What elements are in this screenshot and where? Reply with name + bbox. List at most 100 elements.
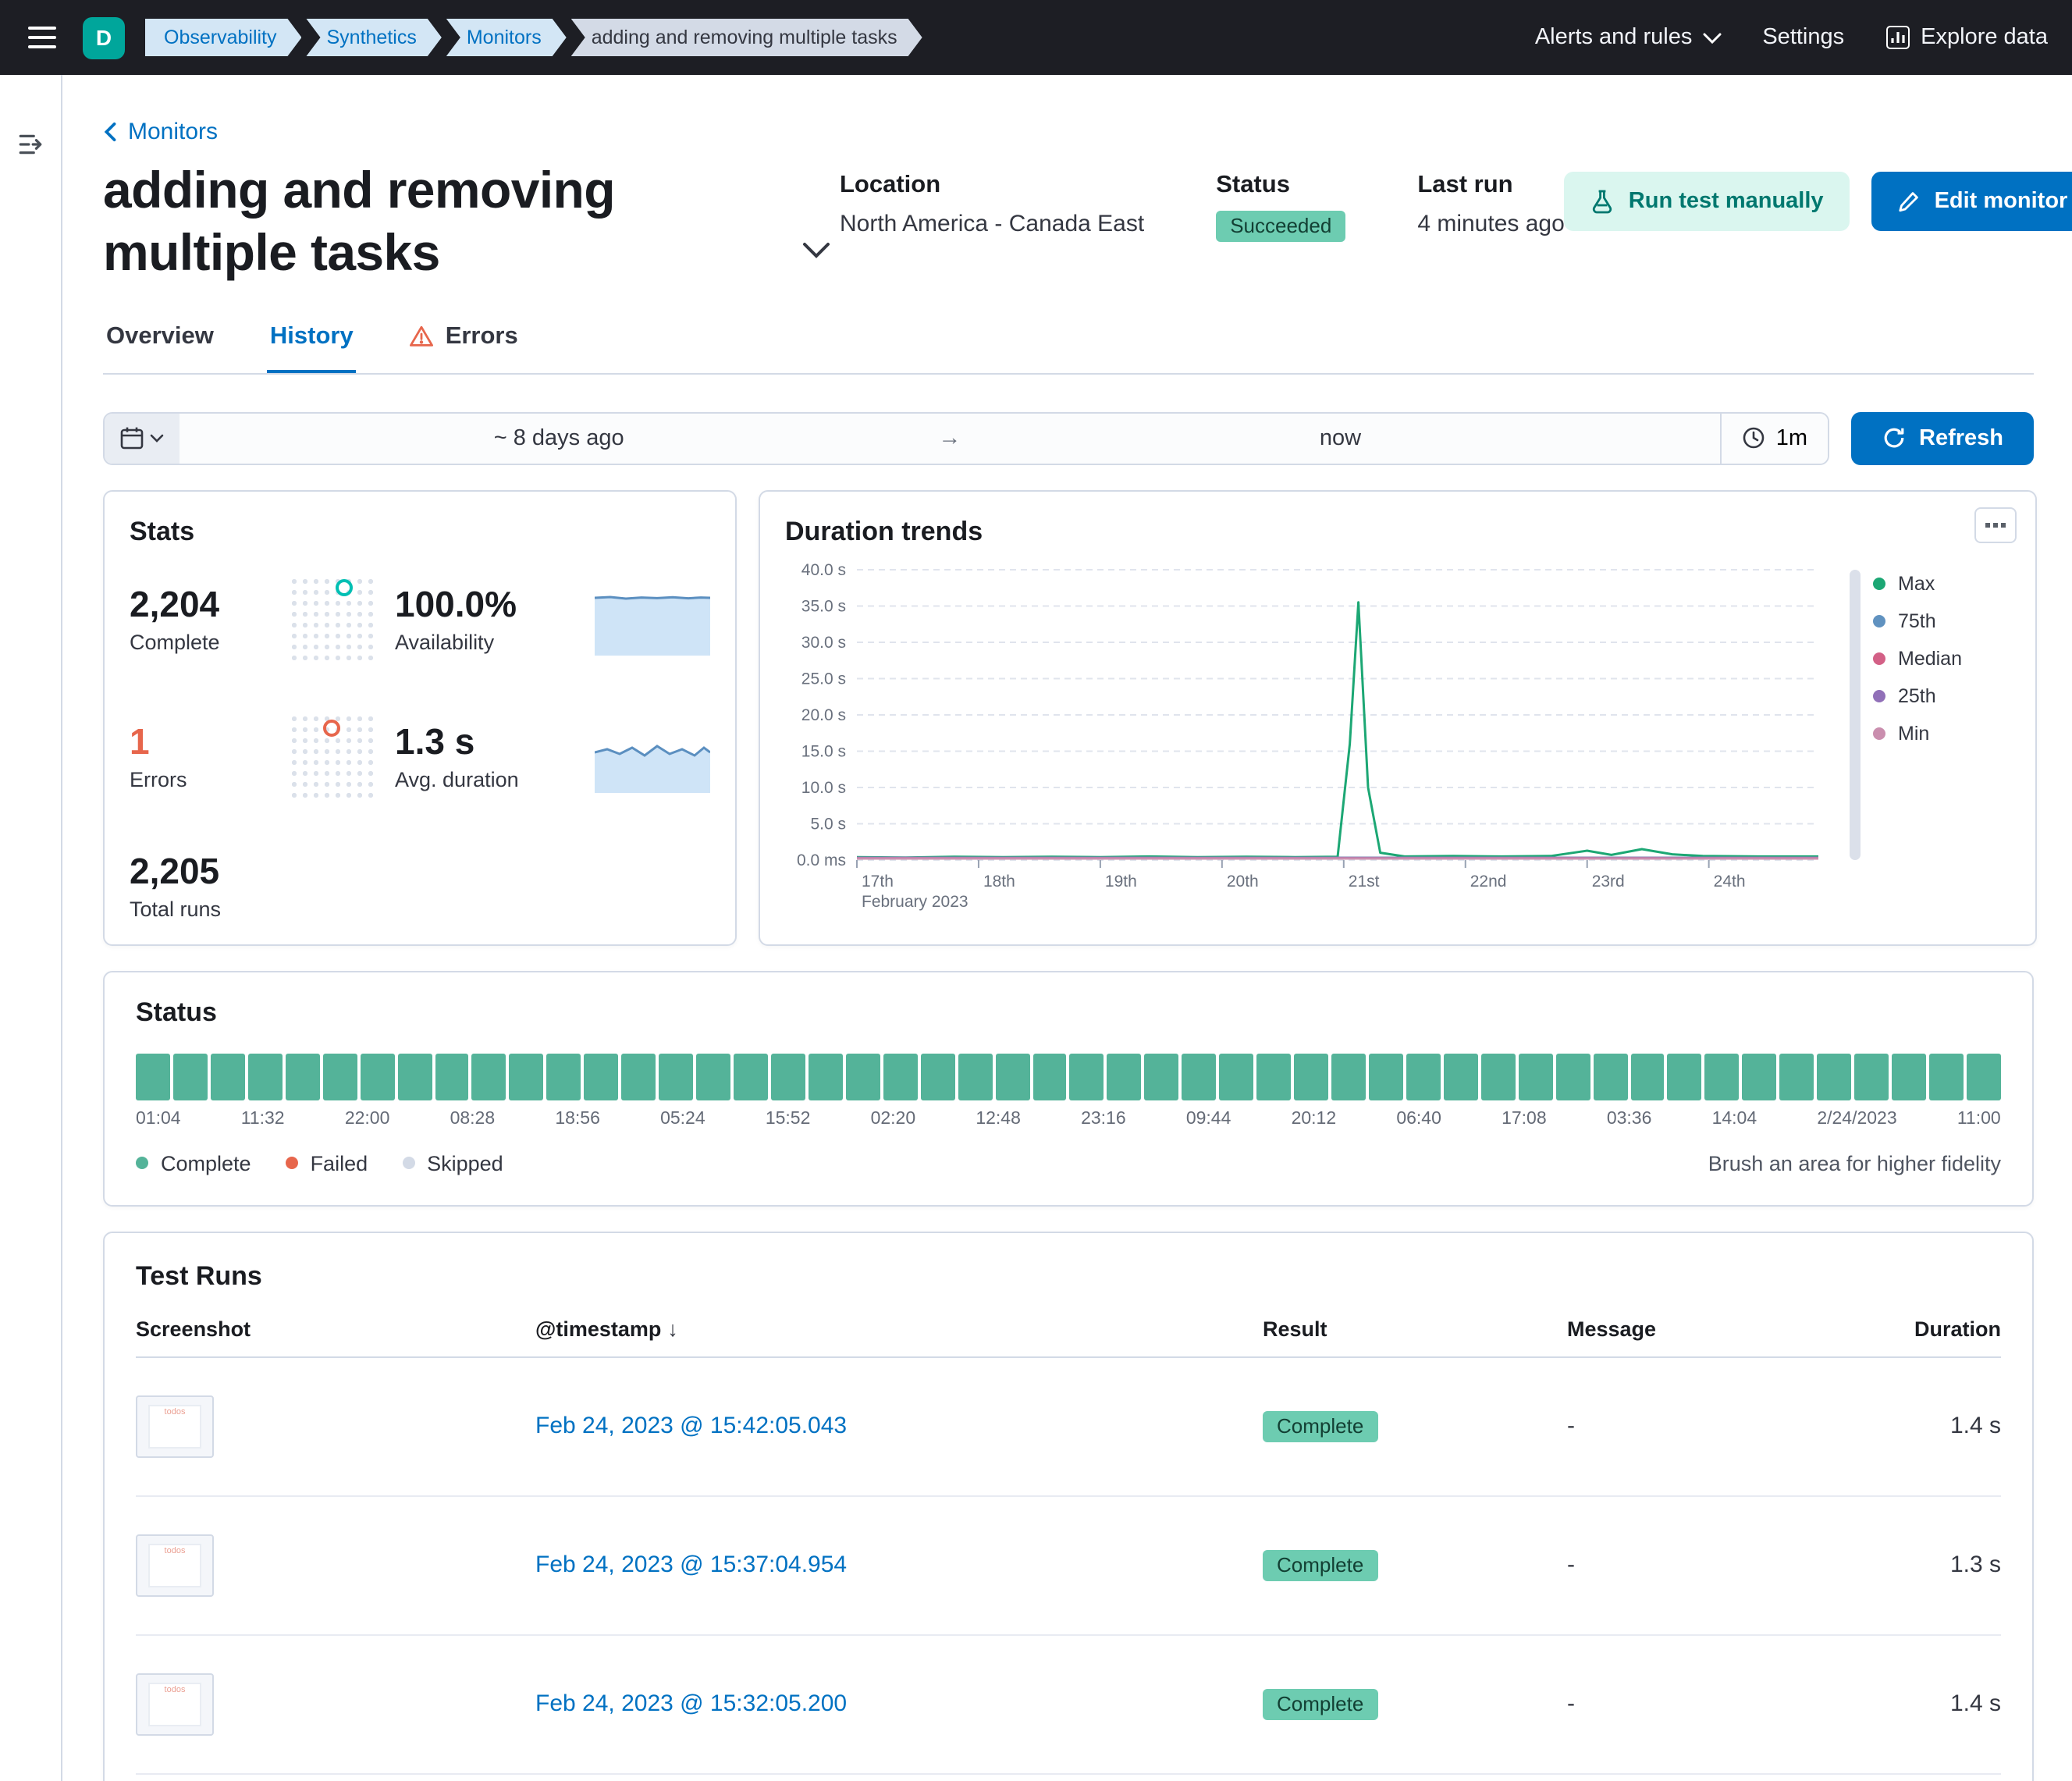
- tab-errors-label: Errors: [446, 322, 518, 350]
- legend-item-75th[interactable]: 75th: [1873, 610, 2010, 631]
- run-timestamp-link[interactable]: Feb 24, 2023 @ 15:37:04.954: [535, 1552, 1263, 1578]
- status-cell-complete[interactable]: [659, 1053, 693, 1100]
- col-timestamp[interactable]: @timestamp↓: [535, 1317, 1263, 1340]
- run-timestamp-link[interactable]: Feb 24, 2023 @ 15:42:05.043: [535, 1413, 1263, 1439]
- status-cell-complete[interactable]: [1593, 1053, 1627, 1100]
- status-cell-complete[interactable]: [322, 1053, 357, 1100]
- status-cell-complete[interactable]: [734, 1053, 768, 1100]
- status-cell-complete[interactable]: [1668, 1053, 1702, 1100]
- breadcrumb-observability[interactable]: Observability: [145, 19, 302, 56]
- status-cell-complete[interactable]: [1481, 1053, 1516, 1100]
- status-cell-complete[interactable]: [846, 1053, 880, 1100]
- status-cell-complete[interactable]: [435, 1053, 469, 1100]
- menu-hamburger-icon[interactable]: [22, 20, 62, 55]
- status-strip[interactable]: [136, 1053, 2001, 1100]
- status-cell-complete[interactable]: [1854, 1053, 1889, 1100]
- status-cell-complete[interactable]: [883, 1053, 918, 1100]
- status-cell-complete[interactable]: [621, 1053, 656, 1100]
- status-cell-complete[interactable]: [1294, 1053, 1328, 1100]
- run-screenshot-thumbnail[interactable]: todos: [136, 1395, 214, 1457]
- status-legend-skipped: Skipped: [402, 1151, 503, 1175]
- date-end-value[interactable]: now: [961, 425, 1719, 450]
- status-cell-complete[interactable]: [1107, 1053, 1142, 1100]
- status-cell-complete[interactable]: [771, 1053, 805, 1100]
- status-cell-complete[interactable]: [1892, 1053, 1926, 1100]
- svg-text:19th: 19th: [1105, 872, 1137, 890]
- breadcrumb-monitors[interactable]: Monitors: [446, 19, 567, 56]
- status-cell-complete[interactable]: [1406, 1053, 1441, 1100]
- tab-overview[interactable]: Overview: [103, 316, 217, 372]
- settings-link[interactable]: Settings: [1762, 25, 1844, 50]
- status-cell-complete[interactable]: [173, 1053, 208, 1100]
- stat-avg-duration-value: 1.3 s: [395, 721, 579, 763]
- status-cell-complete[interactable]: [1219, 1053, 1253, 1100]
- status-cell-complete[interactable]: [510, 1053, 544, 1100]
- legend-item-max[interactable]: Max: [1873, 572, 2010, 594]
- status-cell-complete[interactable]: [547, 1053, 581, 1100]
- status-cell-complete[interactable]: [1743, 1053, 1777, 1100]
- status-cell-complete[interactable]: [1518, 1053, 1552, 1100]
- tab-errors[interactable]: Errors: [407, 316, 521, 372]
- status-cell-complete[interactable]: [1145, 1053, 1179, 1100]
- legend-item-25th[interactable]: 25th: [1873, 684, 2010, 706]
- space-avatar[interactable]: D: [83, 16, 125, 59]
- status-cell-complete[interactable]: [211, 1053, 245, 1100]
- status-cell-complete[interactable]: [1630, 1053, 1665, 1100]
- refresh-icon: [1882, 426, 1905, 450]
- status-cell-complete[interactable]: [585, 1053, 619, 1100]
- status-cell-complete[interactable]: [472, 1053, 506, 1100]
- alerts-and-rules-menu[interactable]: Alerts and rules: [1535, 25, 1722, 50]
- date-start-value[interactable]: ~ 8 days ago: [179, 425, 938, 450]
- edit-monitor-button[interactable]: Edit monitor: [1872, 172, 2072, 231]
- quick-select-button[interactable]: [105, 413, 179, 463]
- explore-data-link[interactable]: Explore data: [1885, 25, 2048, 50]
- status-cell-complete[interactable]: [696, 1053, 730, 1100]
- status-cell-complete[interactable]: [1444, 1053, 1478, 1100]
- status-cell-complete[interactable]: [136, 1053, 170, 1100]
- status-cell-complete[interactable]: [1705, 1053, 1740, 1100]
- status-cell-complete[interactable]: [1780, 1053, 1814, 1100]
- chevron-left-icon: [103, 122, 117, 142]
- svg-text:22nd: 22nd: [1470, 872, 1507, 890]
- status-cell-complete[interactable]: [995, 1053, 1029, 1100]
- status-cell-complete[interactable]: [1070, 1053, 1104, 1100]
- run-timestamp-link[interactable]: Feb 24, 2023 @ 15:32:05.200: [535, 1690, 1263, 1717]
- expand-nav-button[interactable]: [11, 125, 50, 169]
- tab-history[interactable]: History: [267, 316, 357, 372]
- status-cell-complete[interactable]: [286, 1053, 320, 1100]
- back-to-monitors-link[interactable]: Monitors: [103, 119, 218, 145]
- legend-dot-icon: [402, 1157, 414, 1169]
- status-cell-complete[interactable]: [1817, 1053, 1851, 1100]
- status-cell-complete[interactable]: [1929, 1053, 1964, 1100]
- status-cell-complete[interactable]: [809, 1053, 843, 1100]
- status-cell-complete[interactable]: [397, 1053, 432, 1100]
- svg-text:24th: 24th: [1714, 872, 1746, 890]
- chart-options-button[interactable]: [1974, 507, 2017, 542]
- run-test-manually-button[interactable]: Run test manually: [1565, 172, 1850, 231]
- status-cell-complete[interactable]: [1967, 1053, 2001, 1100]
- monitor-actions: Run test manually Edit monitor: [1565, 159, 2072, 231]
- chart-scrollbar[interactable]: [1850, 569, 1861, 859]
- status-cell-complete[interactable]: [360, 1053, 394, 1100]
- legend-item-min[interactable]: Min: [1873, 722, 2010, 744]
- refresh-interval-button[interactable]: 1m: [1720, 413, 1828, 463]
- run-screenshot-thumbnail[interactable]: todos: [136, 1673, 214, 1735]
- status-cell-complete[interactable]: [958, 1053, 992, 1100]
- chevron-down-icon: [802, 241, 830, 258]
- status-cell-complete[interactable]: [248, 1053, 283, 1100]
- refresh-button[interactable]: Refresh: [1851, 411, 2034, 464]
- run-result-badge: Complete: [1263, 1549, 1377, 1580]
- status-cell-complete[interactable]: [1182, 1053, 1217, 1100]
- screenshot-preview: todos: [148, 1543, 201, 1587]
- status-cell-complete[interactable]: [1032, 1053, 1067, 1100]
- status-cell-complete[interactable]: [1369, 1053, 1403, 1100]
- status-cell-complete[interactable]: [1256, 1053, 1291, 1100]
- duration-trends-chart[interactable]: 0.0 ms5.0 s10.0 s15.0 s20.0 s25.0 s30.0 …: [785, 556, 1843, 915]
- status-cell-complete[interactable]: [920, 1053, 954, 1100]
- breadcrumb-synthetics[interactable]: Synthetics: [307, 19, 442, 56]
- status-cell-complete[interactable]: [1555, 1053, 1590, 1100]
- run-screenshot-thumbnail[interactable]: todos: [136, 1534, 214, 1596]
- legend-item-median[interactable]: Median: [1873, 647, 2010, 669]
- status-cell-complete[interactable]: [1331, 1053, 1366, 1100]
- monitor-select-caret[interactable]: [799, 236, 833, 266]
